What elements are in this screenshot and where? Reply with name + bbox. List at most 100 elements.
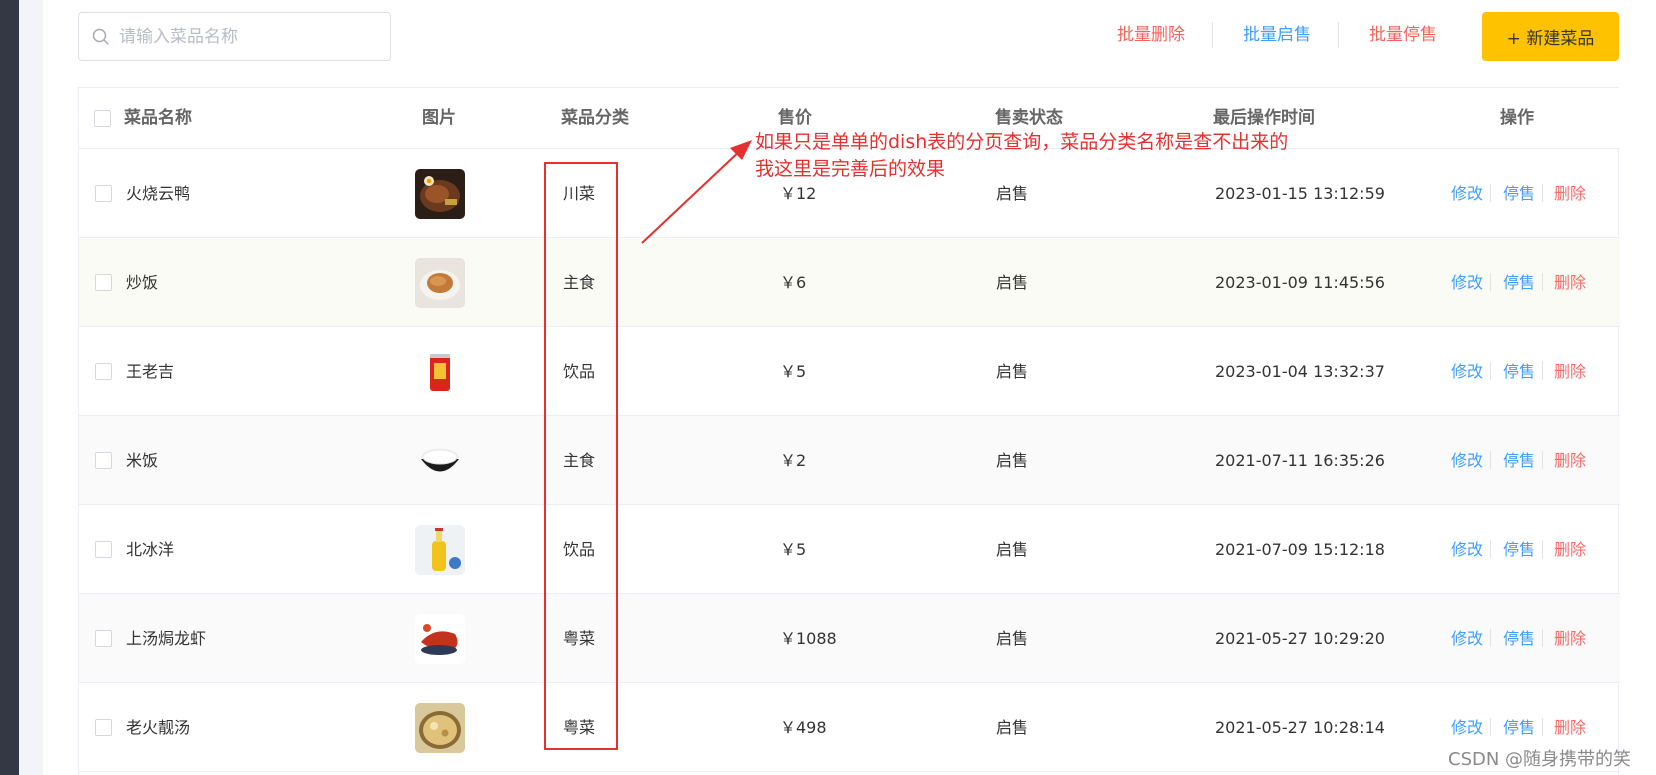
edit-button[interactable]: 修改 [1451, 594, 1483, 683]
row-checkbox[interactable] [95, 630, 112, 647]
edit-button[interactable]: 修改 [1451, 238, 1483, 327]
dish-name: 米饭 [126, 451, 159, 470]
add-dish-button[interactable]: + 新建菜品 [1482, 12, 1619, 61]
batch-delete-button[interactable]: 批量删除 [1117, 23, 1185, 47]
dish-name: 火烧云鸭 [126, 184, 191, 203]
delete-button[interactable]: 删除 [1554, 505, 1586, 594]
action-divider [1490, 629, 1491, 647]
dish-status: 启售 [996, 629, 1029, 648]
watermark: CSDN @随身携带的笑 [1448, 749, 1632, 770]
toolbar-divider [1212, 22, 1213, 48]
table-row: 老火靓汤 粤菜 ￥498 启售 2021-05-27 10:28:14 修改 停… [79, 683, 1620, 772]
action-divider [1542, 629, 1543, 647]
table-row: 米饭 主食 ￥2 启售 2021-07-11 16:35:26 修改 停售 删除 [79, 416, 1620, 505]
dish-updated-time: 2021-07-09 15:12:18 [1215, 540, 1385, 559]
edit-button[interactable]: 修改 [1451, 505, 1483, 594]
action-divider [1542, 184, 1543, 202]
edit-button[interactable]: 修改 [1451, 327, 1483, 416]
row-checkbox[interactable] [95, 274, 112, 291]
dish-updated-time: 2021-05-27 10:29:20 [1215, 629, 1385, 648]
annotation-line: 我这里是完善后的效果 [755, 158, 946, 180]
action-divider [1490, 184, 1491, 202]
action-divider [1490, 362, 1491, 380]
edit-button[interactable]: 修改 [1451, 149, 1483, 238]
row-checkbox[interactable] [95, 541, 112, 558]
column-header-image: 图片 [422, 108, 456, 128]
content-gutter [19, 0, 43, 775]
dish-status: 启售 [996, 718, 1029, 737]
soup-thumbnail-icon [415, 703, 465, 753]
dish-price: ￥5 [780, 540, 807, 559]
dish-updated-time: 2021-07-11 16:35:26 [1215, 451, 1385, 470]
dish-name: 北冰洋 [126, 540, 175, 559]
edit-button[interactable]: 修改 [1451, 416, 1483, 505]
roast-duck-thumbnail-icon [415, 169, 465, 219]
dish-name: 老火靓汤 [126, 718, 191, 737]
dish-status: 启售 [996, 273, 1029, 292]
annotation-note: 如果只是单单的dish表的分页查询，菜品分类名称是查不出来的 我这里是完善后的效… [755, 129, 1288, 183]
rice-bowl-thumbnail-icon [415, 436, 465, 486]
batch-enable-button[interactable]: 批量启售 [1243, 23, 1311, 47]
dish-table: 菜品名称 图片 菜品分类 售价 售卖状态 最后操作时间 操作 火烧云鸭 川菜 ￥… [78, 87, 1620, 775]
delete-button[interactable]: 删除 [1554, 238, 1586, 327]
delete-button[interactable]: 删除 [1554, 327, 1586, 416]
category-highlight-box [544, 162, 618, 750]
action-divider [1542, 540, 1543, 558]
dish-price: ￥1088 [780, 629, 837, 648]
table-row: 上汤焗龙虾 粤菜 ￥1088 启售 2021-05-27 10:29:20 修改… [79, 594, 1620, 683]
action-divider [1490, 273, 1491, 291]
row-checkbox[interactable] [95, 719, 112, 736]
dish-status: 启售 [996, 451, 1029, 470]
action-divider [1490, 540, 1491, 558]
dish-updated-time: 2023-01-09 11:45:56 [1215, 273, 1385, 292]
delete-button[interactable]: 删除 [1554, 594, 1586, 683]
fried-rice-thumbnail-icon [415, 258, 465, 308]
dish-updated-time: 2021-05-27 10:28:14 [1215, 718, 1385, 737]
batch-disable-button[interactable]: 批量停售 [1369, 23, 1437, 47]
dish-price: ￥5 [780, 362, 807, 381]
table-row: 炒饭 主食 ￥6 启售 2023-01-09 11:45:56 修改 停售 删除 [79, 238, 1620, 327]
select-all-checkbox[interactable] [94, 110, 111, 127]
action-divider [1542, 451, 1543, 469]
delete-button[interactable]: 删除 [1554, 149, 1586, 238]
dish-price: ￥498 [780, 718, 827, 737]
dish-name: 王老吉 [126, 362, 175, 381]
toolbar-divider [1338, 22, 1339, 48]
dish-status: 启售 [996, 540, 1029, 559]
row-checkbox[interactable] [95, 452, 112, 469]
dish-price: ￥6 [780, 273, 807, 292]
annotation-line: 如果只是单单的dish表的分页查询，菜品分类名称是查不出来的 [755, 131, 1289, 153]
action-divider [1490, 451, 1491, 469]
action-divider [1542, 273, 1543, 291]
action-divider [1542, 362, 1543, 380]
search-input[interactable] [119, 26, 379, 47]
lobster-thumbnail-icon [415, 614, 465, 664]
column-header-category: 菜品分类 [561, 108, 629, 128]
disable-button[interactable]: 停售 [1503, 327, 1535, 416]
delete-button[interactable]: 删除 [1554, 416, 1586, 505]
disable-button[interactable]: 停售 [1503, 149, 1535, 238]
dish-status: 启售 [996, 362, 1029, 381]
disable-button[interactable]: 停售 [1503, 416, 1535, 505]
column-header-name[interactable]: 菜品名称 [124, 88, 192, 149]
action-divider [1542, 718, 1543, 736]
annotation-arrow-icon [641, 140, 752, 244]
disable-button[interactable]: 停售 [1503, 505, 1535, 594]
search-icon [83, 12, 119, 61]
column-header-actions: 操作 [1500, 108, 1534, 128]
sidebar-rail [0, 0, 19, 775]
search-box[interactable] [78, 12, 391, 61]
red-can-drink-thumbnail-icon [415, 347, 465, 397]
action-divider [1490, 718, 1491, 736]
disable-button[interactable]: 停售 [1503, 594, 1535, 683]
dish-updated-time: 2023-01-04 13:32:37 [1215, 362, 1385, 381]
soda-bottle-thumbnail-icon [415, 525, 465, 575]
table-row: 王老吉 饮品 ￥5 启售 2023-01-04 13:32:37 修改 停售 删… [79, 327, 1620, 416]
dish-name: 上汤焗龙虾 [126, 629, 207, 648]
table-row: 北冰洋 饮品 ￥5 启售 2021-07-09 15:12:18 修改 停售 删… [79, 505, 1620, 594]
disable-button[interactable]: 停售 [1503, 238, 1535, 327]
dish-name: 炒饭 [126, 273, 159, 292]
dish-price: ￥2 [780, 451, 807, 470]
row-checkbox[interactable] [95, 185, 112, 202]
row-checkbox[interactable] [95, 363, 112, 380]
